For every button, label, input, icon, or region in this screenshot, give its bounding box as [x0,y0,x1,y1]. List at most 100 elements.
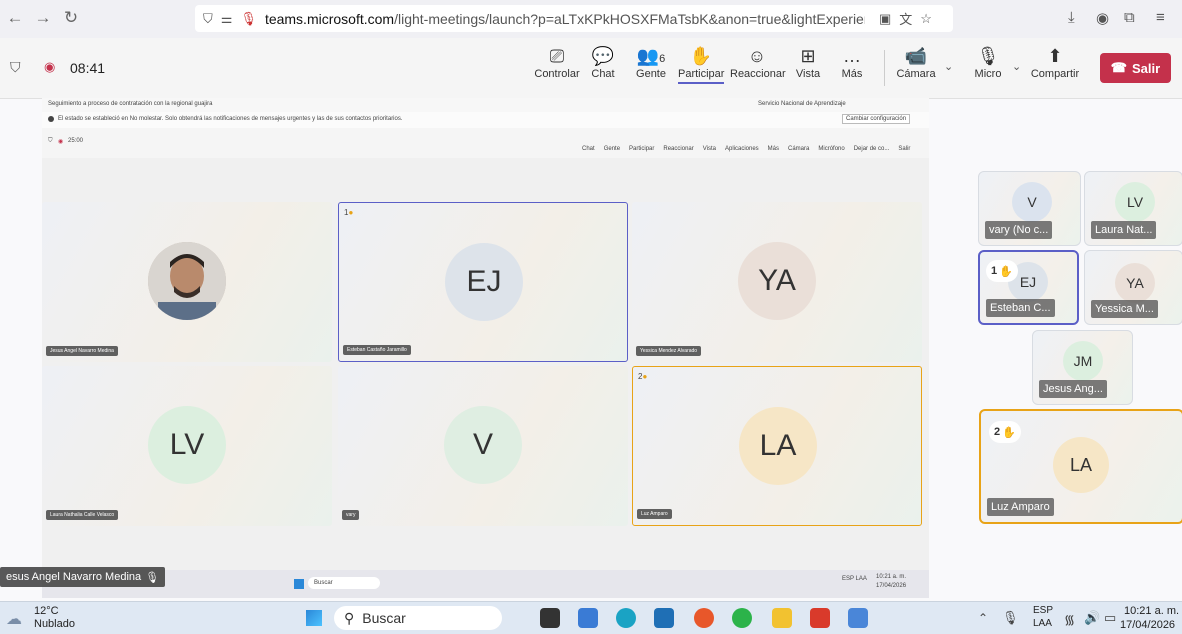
shared-start-icon [294,579,304,589]
avatar: JM [1063,341,1103,381]
url-path: /light-meetings/launch?p=aLTxKPkHOSXFMaT… [394,10,865,27]
volume-icon[interactable]: 🔊 [1084,610,1100,626]
back-icon[interactable]: ← [4,8,26,28]
view-button[interactable]: ⊞ Vista [792,44,824,80]
chat-icon: 💬 [591,46,615,66]
reader-view-icon[interactable]: ▣ [879,11,891,27]
mic-chevron-icon[interactable]: ⌄ [1012,60,1021,73]
share-icon: ⬆ [1047,46,1063,66]
chat-button[interactable]: 💬 Chat [586,44,620,80]
avatar: V [1012,182,1052,222]
people-label: Gente [636,68,666,80]
person-photo-icon [148,242,226,320]
lang-layout[interactable]: LAA [1033,618,1052,629]
shared-toolbar-item: Vista [702,146,716,152]
more-label: Más [841,68,863,80]
pdf-reader-icon[interactable] [810,608,830,628]
shared-tile: YA Yessica Mendez Alvarado [632,202,922,362]
mic-button[interactable]: 🎙 Micro [970,44,1006,80]
avatar: LV [148,406,226,484]
more-button[interactable]: … Más [838,44,866,80]
shared-tile: Jesus Angel Navarro Medina [42,202,332,362]
meeting-toolbar: ⛉ ◉ 08:41 ⎚ Controlar 💬 Chat 👥6 Gente ✋ Part… [0,38,1182,99]
shared-window-app: Servicio Nacional de Aprendizaje [758,101,846,107]
shared-toolbar-item: Más [767,146,780,152]
chevron-up-icon[interactable]: ⌃ [978,611,988,625]
participant-tile[interactable]: V vary (No c... [978,171,1081,246]
hand-count: 2 [994,426,1001,438]
participant-tile[interactable]: JM Jesus Ang... [1032,330,1133,405]
shared-search-box: Buscar [308,577,380,589]
file-explorer-icon[interactable] [772,608,792,628]
shared-taskbar-time: 10:21 a. m. [876,574,907,580]
participant-tile[interactable]: LA 2 ✋ Luz Amparo [979,409,1182,524]
participant-tile[interactable]: YA Yessica M... [1084,250,1182,325]
participant-tile[interactable]: LV Laura Nat... [1084,171,1182,246]
clock-time[interactable]: 10:21 a. m. [1124,605,1179,617]
react-button[interactable]: ☺ Reaccionar [730,44,786,80]
camera-chevron-icon[interactable]: ⌄ [944,60,953,73]
word-icon[interactable] [848,608,868,628]
shared-toolbar-item: Micrófono [818,146,845,152]
start-icon[interactable] [306,610,322,626]
lang-code[interactable]: ESP [1033,605,1053,616]
store-icon[interactable] [654,608,674,628]
taskbar-search[interactable]: ⚲ Buscar [334,606,502,630]
camera-button[interactable]: 📹 Cámara [896,44,936,80]
notice-dot-icon [48,116,54,122]
downloads-icon[interactable]: ⤓ [1068,9,1075,26]
participant-name: Laura Nat... [1091,221,1157,239]
shared-window-titlebar: Seguimiento a proceso de contratación co… [42,98,929,112]
cloud-icon[interactable]: ☁ [6,609,22,629]
url-bar[interactable]: ⛉ ⚌ 🎙 teams.microsoft.com/light-meetings… [195,5,953,32]
permissions-icon[interactable]: ⚌ [221,11,233,27]
shared-toolbar-item: Cámara [788,146,810,152]
share-button[interactable]: ⬆ Compartir [1028,44,1082,80]
tray-mic-icon[interactable]: 🎙 [1002,610,1019,626]
shared-shield-icon: ⛉ [48,138,53,144]
control-icon: ⎚ [549,46,565,66]
chat-label: Chat [591,68,615,80]
shared-tile: 2● LA Luz Amparo [632,366,922,526]
tile-name: Jesus Angel Navarro Medina [46,346,118,356]
leave-button[interactable]: ☎ Salir [1100,53,1171,83]
participant-tile[interactable]: EJ 1 ✋ Esteban C... [978,250,1079,325]
forward-icon[interactable]: → [32,8,54,28]
shared-toolbar-item: Participar [629,146,655,152]
hand-badge: 1● [344,208,353,217]
account-icon[interactable]: ◉ [1096,9,1109,27]
avatar: V [444,406,522,484]
participate-button[interactable]: ✋ Participar [678,44,724,84]
shared-toolbar-buttons: Chat Gente Participar Reaccionar Vista Aplica… [582,146,910,152]
participate-label: Participar [678,68,724,84]
weather-desc[interactable]: Nublado [34,618,75,630]
control-button[interactable]: ⎚ Controlar [534,44,580,80]
tile-name: Luz Amparo [637,509,672,519]
shield-icon[interactable]: ⛉ [203,11,213,27]
search-label: Buscar [362,610,406,626]
url-text[interactable]: teams.microsoft.com/light-meetings/launc… [265,11,865,27]
people-button[interactable]: 👥6 Gente [634,44,668,80]
translate-icon[interactable]: 文 [899,9,912,28]
chrome-icon[interactable] [732,608,752,628]
menu-icon[interactable]: ≡ [1156,9,1165,26]
bookmark-star-icon[interactable]: ☆ [920,11,932,27]
dnd-notice-text: El estado se estableció en No molestar. … [58,116,403,122]
wifi-icon[interactable]: ᯾ [1064,610,1075,628]
control-label: Controlar [534,68,580,80]
firefox-icon[interactable] [694,608,714,628]
search-icon: ⚲ [344,609,355,626]
weather-temp[interactable]: 12°C [34,605,59,617]
shared-taskbar-lang: ESP LAA [842,576,867,582]
shared-meeting-toolbar: ⛉ ◉ 25:00 Chat Gente Participar Reaccionar V… [42,128,929,159]
teams-app-icon[interactable] [578,608,598,628]
microphone-icon[interactable]: 🎙 [240,11,257,27]
reload-icon[interactable]: ↻ [60,8,82,28]
shared-windows-taskbar: Buscar ESP LAA 10:21 a. m. 17/04/2026 [42,570,929,598]
task-view-icon[interactable] [540,608,560,628]
clock-date[interactable]: 17/04/2026 [1120,619,1175,631]
extensions-icon[interactable]: ⧉ [1124,9,1135,26]
battery-icon[interactable]: ▭ [1104,610,1116,626]
change-settings-button[interactable]: Cambiar configuración [842,114,911,124]
edge-icon[interactable] [616,608,636,628]
